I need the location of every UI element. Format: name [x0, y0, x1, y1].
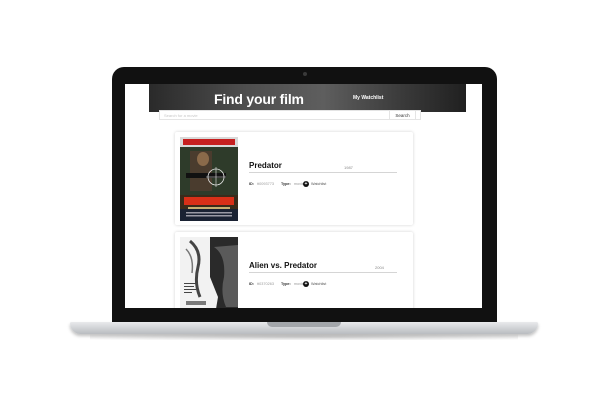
id-value: tt0093773 — [257, 182, 274, 186]
laptop-notch — [267, 322, 341, 327]
camera-dot — [303, 72, 307, 76]
id-label: ID: — [249, 282, 255, 286]
search-input[interactable] — [160, 111, 420, 119]
result-card: Predator 1987 ID: tt0093773 Type: movie … — [175, 132, 413, 225]
add-watchlist-button[interactable]: + Watchlist — [303, 181, 326, 187]
plus-circle-icon: + — [303, 281, 309, 287]
laptop-shadow — [90, 334, 518, 340]
watchlist-label: Watchlist — [311, 282, 327, 286]
movie-meta: ID: tt0370263 Type: movie — [249, 282, 304, 286]
movie-title[interactable]: Predator — [249, 161, 282, 170]
watchlist-link[interactable]: My Watchlist — [353, 95, 383, 101]
page-title: Find your film — [214, 91, 304, 107]
movie-poster[interactable] — [180, 237, 238, 308]
movie-year: 1987 — [344, 165, 353, 170]
movie-title[interactable]: Alien vs. Predator — [249, 261, 317, 270]
result-card: Alien vs. Predator 2004 ID: tt0370263 Ty… — [175, 232, 413, 308]
plus-circle-icon: + — [303, 181, 309, 187]
title-divider — [249, 272, 397, 273]
movie-year: 2004 — [375, 265, 384, 270]
type-label: Type: — [280, 182, 291, 186]
movie-meta: ID: tt0093773 Type: movie — [249, 182, 304, 186]
header-banner: Find your film My Watchlist — [149, 84, 466, 112]
movie-poster[interactable] — [180, 137, 238, 221]
add-watchlist-button[interactable]: + Watchlist — [303, 281, 326, 287]
id-value: tt0370263 — [257, 282, 274, 286]
laptop-screen: Find your film My Watchlist Search for a… — [125, 84, 482, 308]
type-label: Type: — [280, 282, 291, 286]
title-divider — [249, 172, 397, 173]
id-label: ID: — [249, 182, 255, 186]
watchlist-label: Watchlist — [311, 182, 327, 186]
search-button[interactable]: Search — [389, 110, 416, 120]
search-bar — [159, 110, 421, 120]
